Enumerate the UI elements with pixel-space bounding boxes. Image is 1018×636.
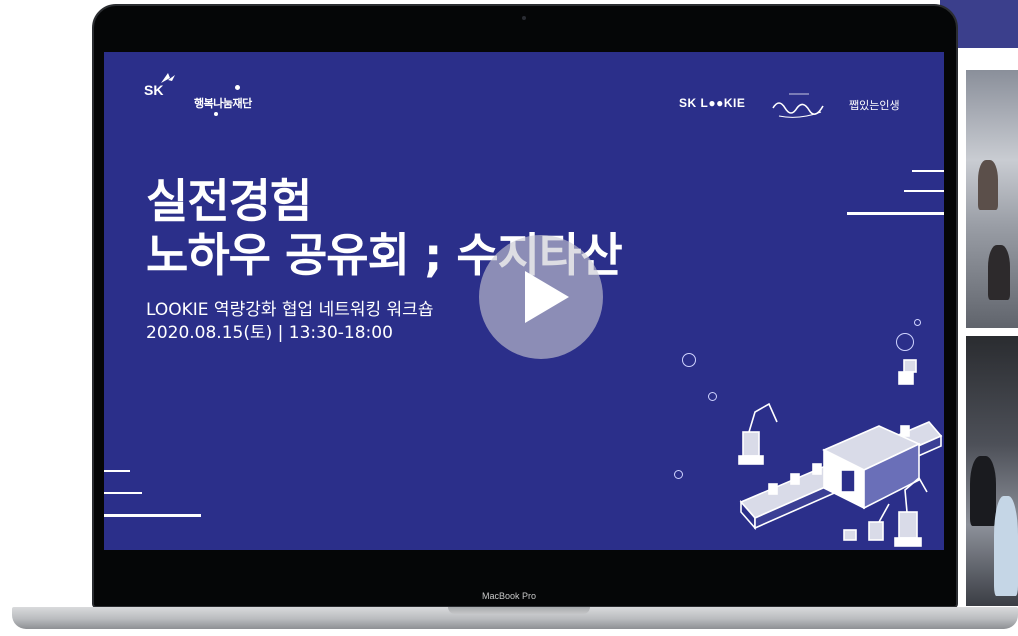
decorative-circle: [674, 470, 683, 479]
webcam-dot: [522, 16, 526, 20]
decorative-circle: [914, 319, 921, 326]
decorative-circle: [682, 353, 696, 367]
event-date: 2020.08.15(토) | 13:30-18:00: [146, 323, 393, 343]
decorative-line: [904, 190, 944, 192]
calligraphy-logo: [772, 93, 824, 118]
sk-logo: SK: [144, 73, 175, 98]
factory-illustration: [738, 359, 943, 547]
workshop-photo-2: [966, 336, 1018, 606]
decorative-circle: [708, 392, 717, 401]
foundation-logo-dot: [235, 85, 240, 90]
foundation-logo-dot: [214, 112, 218, 116]
play-icon: [525, 271, 569, 323]
laptop-base-notch: [448, 607, 590, 614]
play-button[interactable]: [479, 235, 603, 359]
workshop-photo-1: [966, 70, 1018, 328]
slide-title-line1: 실전경험: [146, 174, 312, 228]
decorative-line: [104, 470, 130, 472]
slide-subtitle: LOOKIE 역량강화 협업 네트워킹 워크숍: [146, 300, 434, 320]
sk-lookie-logo: SK L●●KIE: [679, 96, 746, 110]
decorative-line: [847, 212, 944, 215]
sk-butterfly-icon: [161, 73, 175, 83]
decorative-line: [912, 170, 944, 172]
decorative-line: [104, 514, 201, 517]
foundation-logo: 행복나눔재단: [194, 97, 252, 110]
laptop-brand-label: MacBook Pro: [481, 591, 537, 601]
decorative-circle: [896, 333, 914, 351]
presentation-slide: SK 행복나눔재단 SK L●●KIE 쨉있는인생 실전경험 노하우 공유회 ;…: [104, 52, 944, 550]
partner-logo-text: 쨉있는인생: [849, 99, 900, 112]
sk-logo-text: SK: [144, 82, 164, 98]
decorative-line: [104, 492, 142, 494]
